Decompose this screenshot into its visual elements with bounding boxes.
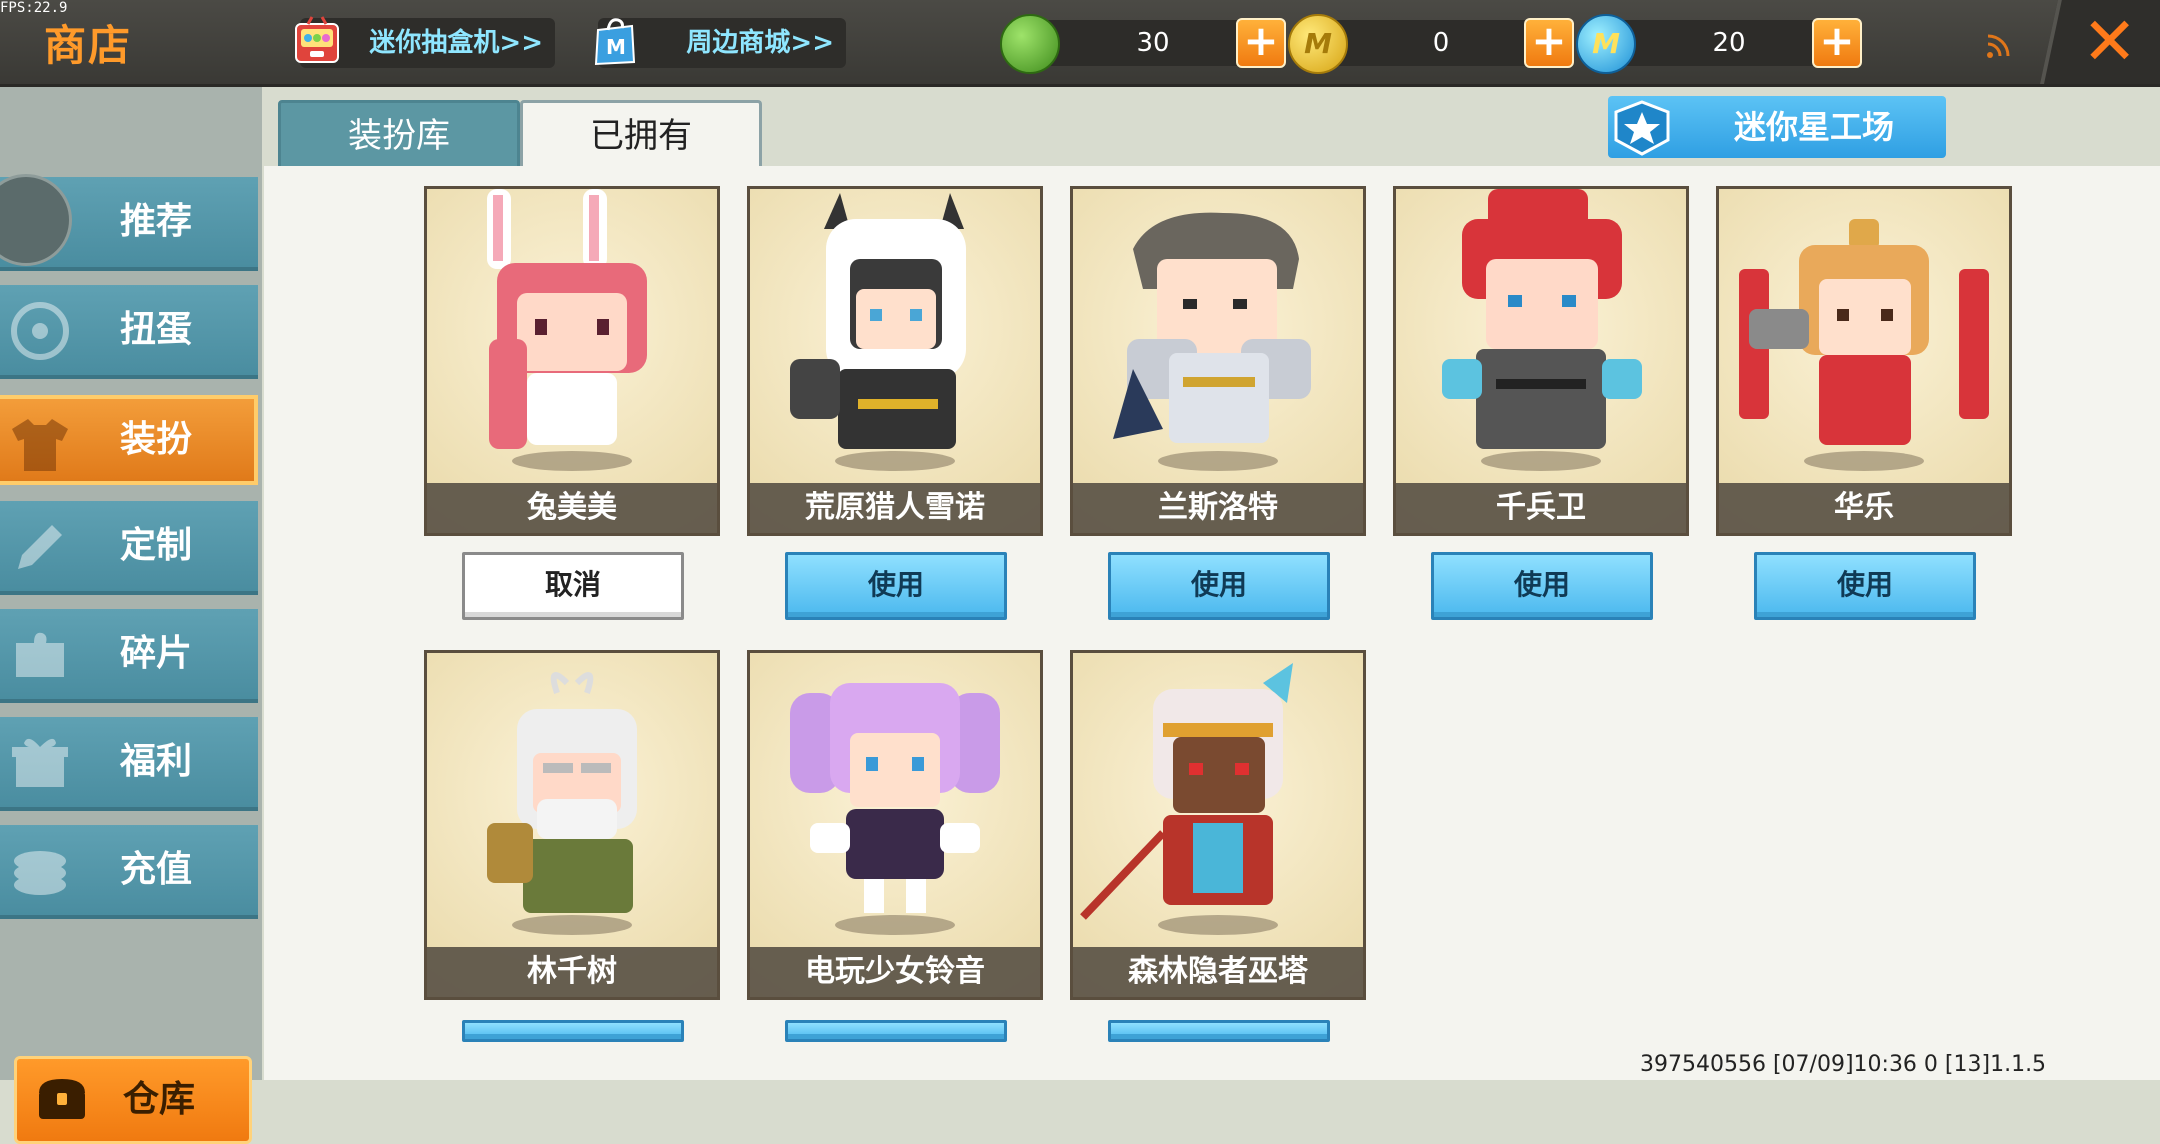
skin-card[interactable]: 华乐 xyxy=(1716,186,2012,536)
add-blue-currency-button[interactable]: + xyxy=(1812,18,1862,68)
sidebar-item-recharge[interactable]: 充值 xyxy=(0,825,258,919)
use-skin-button[interactable]: 使用 xyxy=(462,1020,684,1042)
signal-icon xyxy=(1987,34,2010,58)
use-skin-button[interactable]: 使用 xyxy=(1108,552,1330,620)
puzzle-icon xyxy=(16,632,64,677)
skin-card[interactable]: 林千树 xyxy=(424,650,720,1000)
character-portrait xyxy=(1113,212,1311,471)
warehouse-button[interactable]: 仓库 xyxy=(14,1056,252,1144)
skin-card[interactable]: 森林隐者巫塔 xyxy=(1070,650,1366,1000)
mini-gacha-link[interactable]: 迷你抽盒机>> xyxy=(295,16,555,68)
shirt-icon xyxy=(12,419,68,471)
tab-costume-library[interactable]: 装扮库 xyxy=(278,100,520,172)
use-skin-button[interactable]: 使用 xyxy=(1108,1020,1330,1042)
top-bar: FPS:22.9 商店 迷你抽盒机>> M 周边商城>> 30 + M 0 + … xyxy=(0,0,2160,87)
skin-name: 荒原猎人雪诺 xyxy=(750,483,1040,533)
sidebar-item-label: 碎片 xyxy=(120,633,193,674)
currency-blue-value: 20 xyxy=(1712,28,1746,58)
page-title: 商店 xyxy=(44,21,133,70)
skin-name: 兔美美 xyxy=(427,483,717,533)
character-portrait xyxy=(1442,189,1642,471)
character-portrait xyxy=(790,683,1000,935)
star-badge-icon xyxy=(1614,100,1670,156)
skin-card[interactable]: 兔美美 xyxy=(424,186,720,536)
sidebar-item-capsule[interactable]: 扭蛋 xyxy=(0,285,258,379)
skin-card[interactable]: 兰斯洛特 xyxy=(1070,186,1366,536)
character-portrait xyxy=(487,189,647,471)
skin-name: 华乐 xyxy=(1719,483,2009,533)
skin-name: 兰斯洛特 xyxy=(1073,483,1363,533)
coins-icon xyxy=(14,851,66,895)
build-info: 397540556 [07/09]10:36 0 [13]1.1.5 xyxy=(1640,1052,2047,1077)
skin-card[interactable]: 电玩少女铃音 xyxy=(747,650,1043,1000)
sidebar-item-label: 扭蛋 xyxy=(120,309,193,350)
peripheral-mall-label: 周边商城>> xyxy=(686,28,834,58)
sidebar-item-label: 充值 xyxy=(120,849,193,890)
use-skin-button[interactable]: 使用 xyxy=(785,1020,1007,1042)
sidebar-item-fragments[interactable]: 碎片 xyxy=(0,609,258,703)
sidebar-item-customize[interactable]: 定制 xyxy=(0,501,258,595)
chest-icon xyxy=(39,1079,85,1119)
character-portrait xyxy=(487,672,637,935)
sidebar-item-welfare[interactable]: 福利 xyxy=(0,717,258,811)
skin-card[interactable]: 千兵卫 xyxy=(1393,186,1689,536)
svg-text:M: M xyxy=(606,35,626,59)
skin-card[interactable]: 荒原猎人雪诺 xyxy=(747,186,1043,536)
skin-name: 森林隐者巫塔 xyxy=(1073,947,1363,997)
gold-m-coin-icon: M xyxy=(1288,14,1348,74)
currency-gold: M 0 + xyxy=(1288,14,1574,74)
peripheral-mall-link[interactable]: M 周边商城>> xyxy=(594,18,846,68)
currency-green-value: 30 xyxy=(1136,28,1170,58)
mini-gacha-label: 迷你抽盒机>> xyxy=(369,28,543,58)
gift-icon xyxy=(12,738,68,787)
skin-name: 千兵卫 xyxy=(1396,483,1686,533)
skin-name: 林千树 xyxy=(427,947,717,997)
mini-star-workshop-label: 迷你星工场 xyxy=(1734,108,1895,146)
tab-owned[interactable]: 已拥有 xyxy=(520,100,762,173)
sidebar-item-costume[interactable]: 装扮 xyxy=(0,395,258,485)
currency-green: 30 + xyxy=(1000,14,1286,74)
use-skin-button[interactable]: 使用 xyxy=(1431,552,1653,620)
blue-m-coin-icon: M xyxy=(1576,14,1636,74)
warehouse-label: 仓库 xyxy=(123,1079,196,1120)
character-portrait xyxy=(790,193,966,471)
sidebar-item-label: 定制 xyxy=(120,525,193,566)
character-portrait xyxy=(1080,663,1293,935)
skin-name: 电玩少女铃音 xyxy=(750,947,1040,997)
character-portrait xyxy=(1739,219,1989,471)
green-gem-coin-icon xyxy=(1000,14,1060,74)
shopping-bag-icon: M xyxy=(594,18,636,66)
gacha-machine-icon xyxy=(295,16,339,63)
use-skin-button[interactable]: 使用 xyxy=(785,552,1007,620)
capsule-icon xyxy=(11,302,69,360)
use-skin-button[interactable]: 使用 xyxy=(1754,552,1976,620)
mini-star-workshop-button[interactable]: 迷你星工场 xyxy=(1608,96,1946,158)
pencil-icon xyxy=(18,525,62,569)
currency-gold-value: 0 xyxy=(1432,28,1450,58)
currency-blue: M 20 + xyxy=(1576,14,1862,74)
add-green-currency-button[interactable]: + xyxy=(1236,18,1286,68)
add-gold-currency-button[interactable]: + xyxy=(1524,18,1574,68)
cancel-skin-button[interactable]: 取消 xyxy=(462,552,684,620)
sidebar-item-label: 装扮 xyxy=(120,419,193,460)
sidebar-item-label: 福利 xyxy=(120,741,193,782)
sidebar-item-label: 推荐 xyxy=(120,201,193,242)
close-icon[interactable]: ✕ xyxy=(2082,4,2137,80)
